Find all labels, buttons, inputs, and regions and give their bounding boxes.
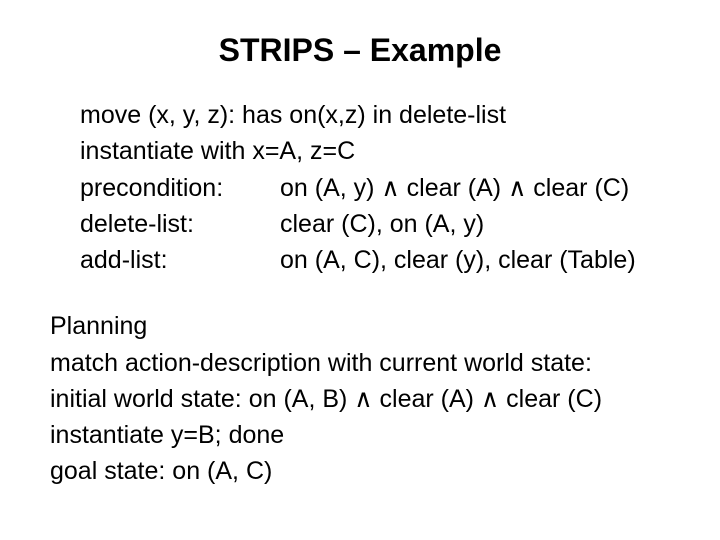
precondition-value: on (A, y) ∧ clear (A) ∧ clear (C): [280, 170, 680, 206]
add-list-row: add-list: on (A, C), clear (y), clear (T…: [80, 242, 680, 278]
slide: STRIPS – Example move (x, y, z): has on(…: [0, 0, 720, 540]
instantiate-y-line: instantiate y=B; done: [50, 417, 680, 453]
planning-block: Planning match action-description with c…: [50, 308, 680, 489]
precondition-row: precondition: on (A, y) ∧ clear (A) ∧ cl…: [80, 170, 680, 206]
move-definition: move (x, y, z): has on(x,z) in delete-li…: [80, 97, 680, 133]
add-list-label: add-list:: [80, 242, 280, 278]
add-list-value: on (A, C), clear (y), clear (Table): [280, 242, 680, 278]
initial-state-line: initial world state: on (A, B) ∧ clear (…: [50, 381, 680, 417]
definition-block: move (x, y, z): has on(x,z) in delete-li…: [80, 97, 680, 278]
delete-list-value: clear (C), on (A, y): [280, 206, 680, 242]
instantiate-line: instantiate with x=A, z=C: [80, 133, 680, 169]
delete-list-label: delete-list:: [80, 206, 280, 242]
delete-list-row: delete-list: clear (C), on (A, y): [80, 206, 680, 242]
planning-heading: Planning: [50, 308, 680, 344]
match-line: match action-description with current wo…: [50, 345, 680, 381]
goal-state-line: goal state: on (A, C): [50, 453, 680, 489]
precondition-label: precondition:: [80, 170, 280, 206]
slide-title: STRIPS – Example: [40, 32, 680, 69]
